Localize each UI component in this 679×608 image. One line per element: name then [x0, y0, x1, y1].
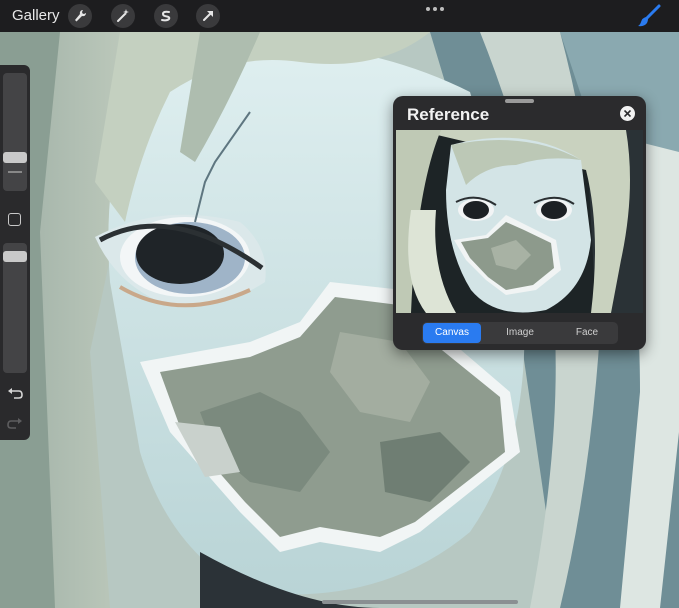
reference-close-button[interactable] — [620, 106, 635, 121]
paintbrush-icon[interactable] — [636, 3, 662, 29]
left-sidebar — [0, 65, 30, 440]
undo-icon[interactable] — [7, 387, 23, 401]
reference-title: Reference — [407, 105, 490, 124]
reference-mode-tabs: Canvas Image Face — [422, 322, 618, 344]
slider-divider — [8, 171, 22, 173]
transform-arrow-icon — [203, 11, 213, 21]
tab-face[interactable]: Face — [558, 323, 616, 343]
selection-icon — [161, 10, 171, 22]
transform-button[interactable] — [196, 4, 220, 28]
tab-image[interactable]: Image — [491, 323, 549, 343]
reference-panel[interactable]: Reference Canvas Image Face — [393, 96, 646, 350]
opacity-slider-thumb[interactable] — [3, 251, 27, 262]
top-toolbar: Gallery — [0, 0, 679, 32]
ellipsis-icon[interactable] — [426, 6, 444, 12]
brush-size-slider[interactable] — [3, 73, 27, 191]
magic-wand-icon — [117, 9, 129, 22]
gallery-button[interactable]: Gallery — [12, 7, 60, 25]
drag-handle[interactable] — [505, 99, 534, 103]
adjustments-button[interactable] — [111, 4, 135, 28]
wrench-icon — [75, 9, 87, 22]
redo-icon[interactable] — [7, 417, 23, 431]
selection-button[interactable] — [154, 4, 178, 28]
opacity-slider[interactable] — [3, 243, 27, 373]
modify-button[interactable] — [8, 213, 21, 226]
actions-button[interactable] — [68, 4, 92, 28]
reference-preview — [396, 130, 643, 313]
close-icon — [624, 110, 631, 117]
brush-size-slider-thumb[interactable] — [3, 152, 27, 163]
home-indicator[interactable] — [322, 600, 518, 604]
tab-canvas[interactable]: Canvas — [423, 323, 481, 343]
reference-thumbnail — [396, 130, 643, 313]
